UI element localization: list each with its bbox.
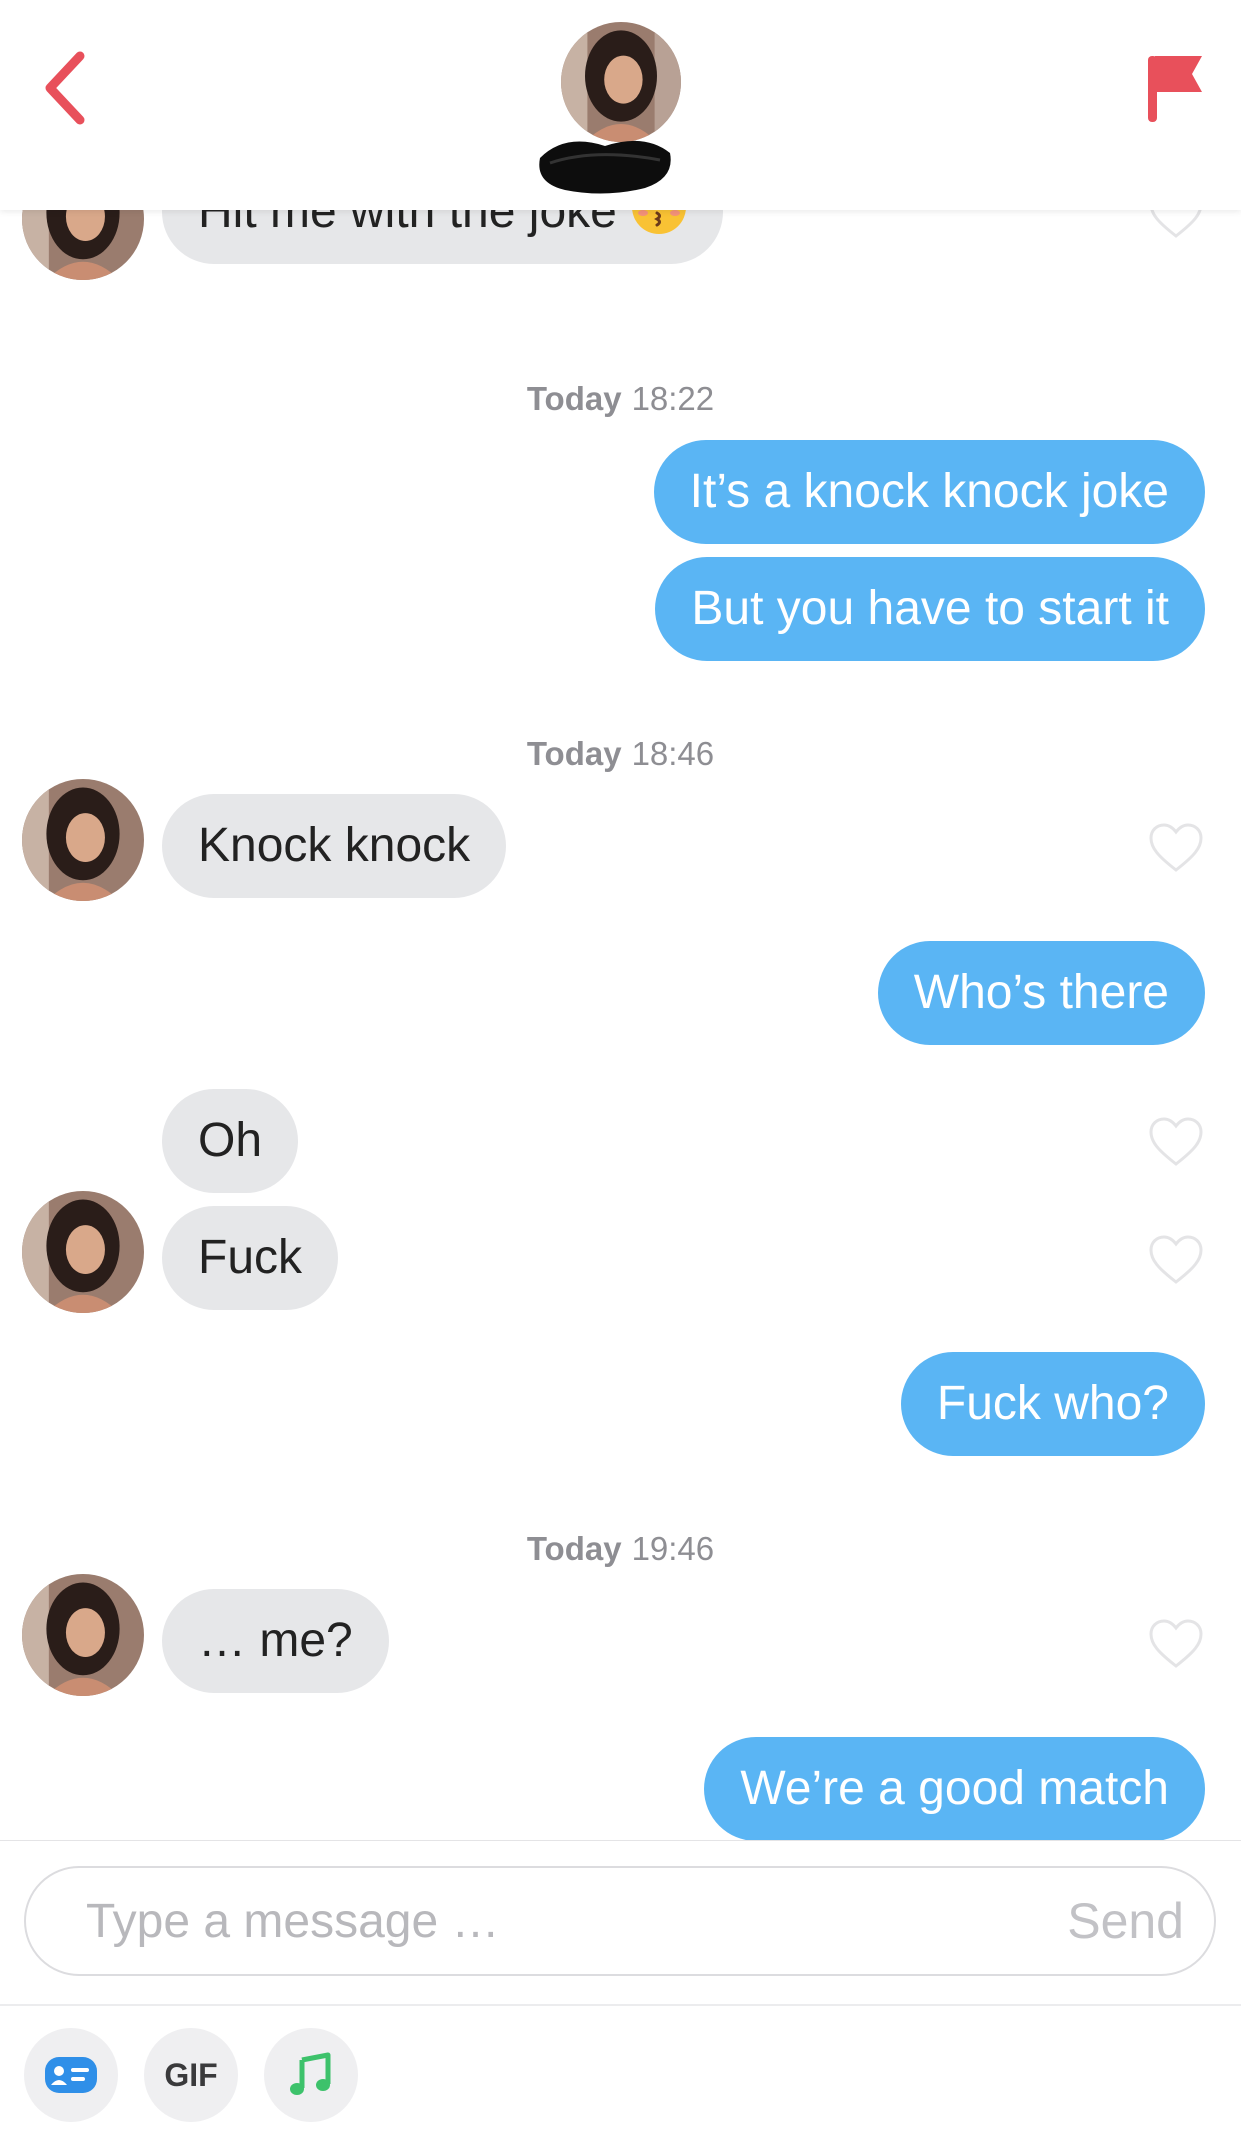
chevron-left-icon[interactable] bbox=[40, 48, 90, 128]
gif-button[interactable]: GIF bbox=[144, 2028, 238, 2122]
outgoing-message[interactable]: Who’s there bbox=[877, 941, 1205, 1045]
like-heart-icon[interactable] bbox=[1148, 1116, 1204, 1168]
message-list[interactable]: Hit me with the joke Today 18:22 It’s a k… bbox=[0, 210, 1241, 1840]
incoming-message[interactable]: Hit me with the joke bbox=[162, 210, 723, 264]
message-text: Fuck who? bbox=[936, 1377, 1169, 1430]
like-heart-icon[interactable] bbox=[1148, 822, 1204, 874]
avatar[interactable] bbox=[22, 1574, 144, 1696]
message-input-container[interactable]: Send bbox=[24, 1866, 1216, 1976]
chat-header bbox=[0, 0, 1241, 210]
contact-card-icon bbox=[45, 2057, 97, 2093]
message-text: Fuck bbox=[198, 1231, 303, 1284]
gif-label: GIF bbox=[164, 2056, 218, 2093]
message-text: But you have to start it bbox=[691, 582, 1169, 635]
like-heart-icon[interactable] bbox=[1148, 1618, 1204, 1670]
redaction-scribble bbox=[539, 140, 671, 194]
message-input[interactable] bbox=[86, 1868, 986, 1974]
timestamp: Today 19:46 bbox=[526, 1530, 715, 1567]
message-composer: Send GIF bbox=[0, 1840, 1241, 2148]
like-heart-icon[interactable] bbox=[1148, 210, 1204, 240]
avatar[interactable] bbox=[22, 779, 144, 901]
kissing-face-emoji-icon bbox=[632, 210, 686, 234]
music-note-icon bbox=[290, 2052, 331, 2095]
timestamp: Today 18:46 bbox=[526, 735, 715, 772]
avatar[interactable] bbox=[22, 210, 144, 280]
music-button[interactable] bbox=[264, 2028, 358, 2122]
message-text: It’s a knock knock joke bbox=[689, 465, 1169, 518]
outgoing-message[interactable]: It’s a knock knock joke bbox=[653, 440, 1205, 544]
incoming-message[interactable]: … me? bbox=[162, 1589, 389, 1693]
incoming-message[interactable]: Knock knock bbox=[162, 794, 507, 898]
message-text: Knock knock bbox=[198, 819, 471, 872]
outgoing-message[interactable]: Fuck who? bbox=[900, 1352, 1205, 1456]
message-text: Who’s there bbox=[913, 966, 1169, 1019]
send-button[interactable]: Send bbox=[1067, 1868, 1184, 1974]
outgoing-message[interactable]: We’re a good match bbox=[704, 1737, 1205, 1840]
divider bbox=[0, 2004, 1241, 2006]
message-text: Oh bbox=[198, 1114, 263, 1167]
outgoing-message[interactable]: But you have to start it bbox=[655, 557, 1205, 661]
incoming-message[interactable]: Oh bbox=[162, 1089, 299, 1193]
avatar[interactable] bbox=[22, 1191, 144, 1313]
message-text: We’re a good match bbox=[740, 1762, 1169, 1815]
timestamp: Today 18:22 bbox=[526, 380, 715, 417]
message-text: … me? bbox=[198, 1614, 353, 1667]
match-avatar[interactable] bbox=[561, 22, 681, 142]
message-text: Hit me with the joke bbox=[198, 210, 617, 238]
flag-icon[interactable] bbox=[1146, 50, 1206, 125]
like-heart-icon[interactable] bbox=[1148, 1234, 1204, 1286]
incoming-message[interactable]: Fuck bbox=[162, 1206, 339, 1310]
contact-card-button[interactable] bbox=[24, 2028, 118, 2122]
